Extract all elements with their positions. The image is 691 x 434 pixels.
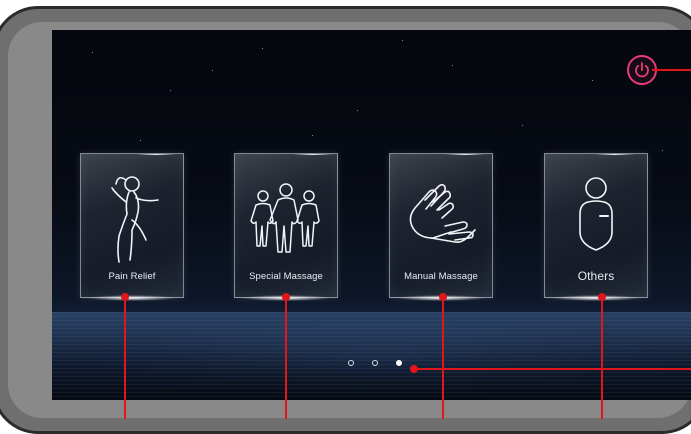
card-label: Pain Relief [108, 271, 156, 282]
card-special-massage[interactable]: Special Massage [234, 153, 338, 301]
page-dot-2[interactable] [372, 360, 378, 366]
power-icon [635, 62, 649, 78]
page-dot-3-active[interactable] [396, 360, 402, 366]
page-indicator [348, 360, 402, 366]
callout-line-pain-relief [124, 300, 126, 419]
card-label: Others [577, 269, 615, 283]
callout-line-manual-massage [442, 300, 444, 419]
hands-icon [409, 183, 476, 243]
three-people-icon [250, 183, 320, 253]
card-manual-massage[interactable]: Manual Massage [389, 153, 493, 301]
stretching-person-icon [111, 176, 159, 263]
callout-line-special-massage [285, 300, 287, 419]
callout-line-power [652, 69, 691, 71]
callout-line-others [601, 300, 603, 419]
callout-line-pager [416, 368, 691, 370]
page-dot-1[interactable] [348, 360, 354, 366]
card-label: Special Massage [249, 271, 323, 282]
card-others[interactable]: Others [544, 153, 648, 301]
card-pain-relief[interactable]: Pain Relief [80, 153, 184, 301]
user-badge-icon [579, 177, 613, 251]
card-label: Manual Massage [404, 271, 478, 282]
ocean-background [52, 312, 691, 400]
screen: Pain Relief Special Massage Manual Massa… [52, 30, 691, 400]
